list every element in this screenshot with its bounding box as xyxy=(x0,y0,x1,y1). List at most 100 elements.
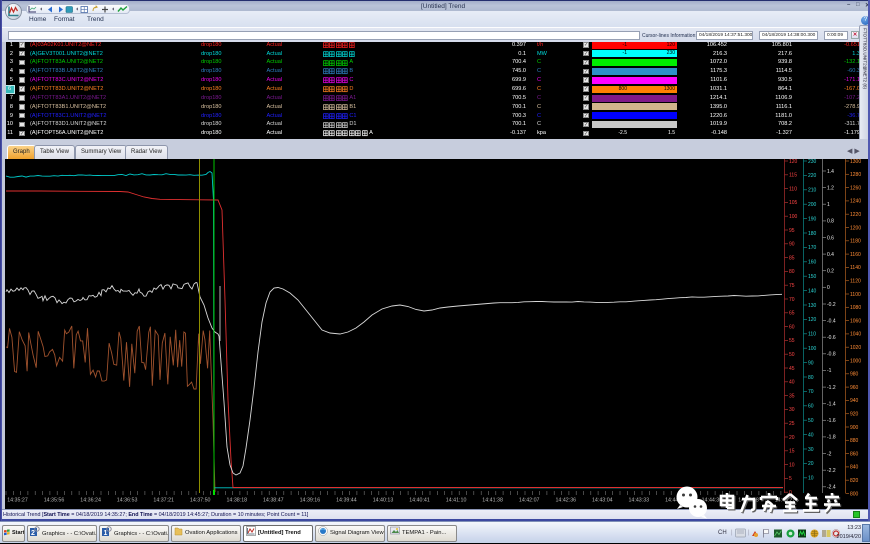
svg-text:1220: 1220 xyxy=(850,212,861,218)
svg-text:980: 980 xyxy=(850,372,859,378)
svg-text:35: 35 xyxy=(789,393,795,399)
svg-text:20: 20 xyxy=(808,461,814,467)
svg-text:40: 40 xyxy=(789,380,795,386)
svg-text:-0.2: -0.2 xyxy=(827,302,836,308)
svg-text:14:40:13: 14:40:13 xyxy=(373,498,394,504)
svg-text:860: 860 xyxy=(850,451,859,457)
svg-text:40: 40 xyxy=(808,432,814,438)
svg-text:840: 840 xyxy=(850,465,859,471)
svg-text:2: 2 xyxy=(31,530,35,537)
svg-text:14:36:24: 14:36:24 xyxy=(80,498,101,504)
svg-text:80: 80 xyxy=(808,375,814,381)
svg-text:1100: 1100 xyxy=(850,292,861,298)
svg-text:14:40:41: 14:40:41 xyxy=(409,498,430,504)
svg-text:180: 180 xyxy=(808,231,817,237)
svg-text:160: 160 xyxy=(808,260,817,266)
svg-text:120: 120 xyxy=(808,317,817,323)
svg-text:14:35:56: 14:35:56 xyxy=(44,498,65,504)
svg-text:120: 120 xyxy=(789,159,798,165)
svg-text:20: 20 xyxy=(789,435,795,441)
svg-text:1: 1 xyxy=(827,202,830,208)
svg-text:0.6: 0.6 xyxy=(827,235,834,241)
svg-text:960: 960 xyxy=(850,385,859,391)
svg-text:1180: 1180 xyxy=(850,239,861,245)
svg-text:55: 55 xyxy=(789,338,795,344)
svg-text:-2: -2 xyxy=(827,451,832,457)
svg-text:100: 100 xyxy=(789,214,798,220)
svg-text:14:38:18: 14:38:18 xyxy=(226,498,247,504)
svg-text:1.2: 1.2 xyxy=(827,185,834,191)
svg-text:210: 210 xyxy=(808,188,817,194)
svg-text:920: 920 xyxy=(850,412,859,418)
svg-text:30: 30 xyxy=(789,407,795,413)
svg-text:45: 45 xyxy=(789,366,795,372)
svg-text:-0.8: -0.8 xyxy=(827,352,836,358)
svg-text:1260: 1260 xyxy=(850,185,861,191)
svg-text:14:39:16: 14:39:16 xyxy=(300,498,321,504)
svg-text:190: 190 xyxy=(808,216,817,222)
svg-text:1: 1 xyxy=(104,530,108,537)
svg-text:0: 0 xyxy=(827,285,830,291)
svg-text:130: 130 xyxy=(808,303,817,309)
svg-text:70: 70 xyxy=(789,297,795,303)
svg-text:14:43:33: 14:43:33 xyxy=(628,498,649,504)
svg-text:70: 70 xyxy=(808,389,814,395)
svg-text:1080: 1080 xyxy=(850,305,861,311)
svg-text:14:37:50: 14:37:50 xyxy=(190,498,211,504)
svg-text:-1.4: -1.4 xyxy=(827,402,836,408)
svg-text:50: 50 xyxy=(808,418,814,424)
svg-text:75: 75 xyxy=(789,283,795,289)
svg-text:100: 100 xyxy=(808,346,817,352)
svg-text:0.2: 0.2 xyxy=(827,269,834,275)
svg-text:170: 170 xyxy=(808,245,817,251)
svg-text:60: 60 xyxy=(789,324,795,330)
svg-text:14:36:53: 14:36:53 xyxy=(117,498,138,504)
svg-text:-2.2: -2.2 xyxy=(827,468,836,474)
svg-text:25: 25 xyxy=(789,421,795,427)
svg-text:14:38:47: 14:38:47 xyxy=(263,498,284,504)
svg-text:1000: 1000 xyxy=(850,358,861,364)
svg-text:14:39:44: 14:39:44 xyxy=(336,498,357,504)
svg-text:-1.2: -1.2 xyxy=(827,385,836,391)
svg-text:1160: 1160 xyxy=(850,252,861,258)
svg-text:220: 220 xyxy=(808,173,817,179)
svg-text:-1.6: -1.6 xyxy=(827,418,836,424)
svg-text:1120: 1120 xyxy=(850,279,861,285)
svg-text:95: 95 xyxy=(789,228,795,234)
svg-text:0.8: 0.8 xyxy=(827,219,834,225)
svg-text:1280: 1280 xyxy=(850,172,861,178)
svg-text:105: 105 xyxy=(789,200,798,206)
svg-text:15: 15 xyxy=(789,449,795,455)
svg-text:230: 230 xyxy=(808,159,817,165)
svg-text:85: 85 xyxy=(789,255,795,261)
svg-text:1060: 1060 xyxy=(850,318,861,324)
svg-text:50: 50 xyxy=(789,352,795,358)
svg-text:60: 60 xyxy=(808,404,814,410)
svg-text:1240: 1240 xyxy=(850,199,861,205)
svg-text:0.4: 0.4 xyxy=(827,252,834,258)
svg-text:115: 115 xyxy=(789,173,797,179)
svg-text:1020: 1020 xyxy=(850,345,861,351)
svg-text:1200: 1200 xyxy=(850,225,861,231)
svg-text:80: 80 xyxy=(789,269,795,275)
svg-text:1040: 1040 xyxy=(850,332,861,338)
svg-text:200: 200 xyxy=(808,202,817,208)
svg-text:-0.4: -0.4 xyxy=(827,318,836,324)
svg-text:110: 110 xyxy=(789,186,797,192)
svg-text:14:43:04: 14:43:04 xyxy=(592,498,613,504)
svg-text:110: 110 xyxy=(808,332,816,338)
svg-text:1.4: 1.4 xyxy=(827,169,834,175)
svg-text:-1.8: -1.8 xyxy=(827,435,836,441)
svg-text:14:41:10: 14:41:10 xyxy=(446,498,467,504)
svg-text:14:42:07: 14:42:07 xyxy=(519,498,540,504)
svg-text:14:42:36: 14:42:36 xyxy=(555,498,576,504)
svg-text:900: 900 xyxy=(850,425,859,431)
svg-text:880: 880 xyxy=(850,438,859,444)
svg-text:10: 10 xyxy=(789,462,795,468)
svg-text:65: 65 xyxy=(789,311,795,317)
svg-text:90: 90 xyxy=(789,242,795,248)
svg-text:90: 90 xyxy=(808,360,814,366)
svg-text:-0.6: -0.6 xyxy=(827,335,836,341)
svg-text:140: 140 xyxy=(808,288,817,294)
svg-text:30: 30 xyxy=(808,447,814,453)
